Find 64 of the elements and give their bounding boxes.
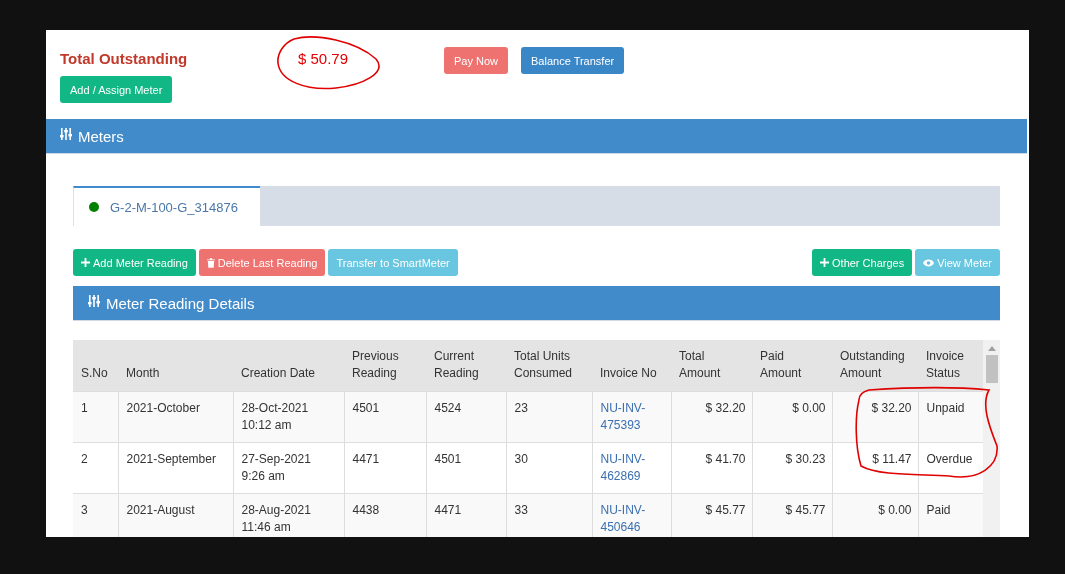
column-header: Previous Reading bbox=[344, 340, 426, 392]
table-cell: 4501 bbox=[352, 401, 380, 415]
table-cell: Paid bbox=[926, 503, 951, 517]
column-header: Total Amount bbox=[671, 340, 752, 392]
table-cell: 30 bbox=[514, 452, 528, 466]
plus-icon bbox=[81, 258, 90, 267]
meter-tab[interactable]: G-2-M-100-G_314876 bbox=[73, 186, 260, 226]
table-cell: 3 bbox=[81, 503, 88, 517]
table-cell: $ 0.00 bbox=[792, 401, 826, 415]
table-cell: 4524 bbox=[434, 401, 462, 415]
table-cell: 4471 bbox=[434, 503, 462, 517]
table-cell: 27-Sep-2021 9:26 am bbox=[241, 452, 311, 483]
table-cell: 4438 bbox=[352, 503, 380, 517]
table-cell: Unpaid bbox=[926, 401, 965, 415]
table-cell: $ 32.20 bbox=[705, 401, 746, 415]
tab-label: G-2-M-100-G_314876 bbox=[110, 199, 238, 215]
table-cell: $ 11.47 bbox=[872, 452, 912, 466]
table-cell: 23 bbox=[514, 401, 528, 415]
column-header: Invoice No bbox=[592, 340, 671, 392]
column-header: Month bbox=[118, 340, 233, 392]
table-cell: 2 bbox=[81, 452, 88, 466]
scroll-up-icon[interactable] bbox=[987, 346, 996, 351]
column-header: Paid Amount bbox=[752, 340, 832, 392]
header-button[interactable]: Balance Transfer bbox=[521, 47, 625, 74]
table-cell: 28-Aug-2021 11:46 am bbox=[241, 503, 311, 534]
panel-title: Meter Reading Details bbox=[106, 294, 255, 312]
table-cell: 28-Oct-2021 10:12 am bbox=[241, 401, 309, 432]
column-header: Outstanding Amount bbox=[832, 340, 918, 392]
table-cell: Overdue bbox=[926, 452, 973, 466]
eye-icon bbox=[923, 258, 935, 267]
table-cell: 2021-October bbox=[126, 401, 200, 415]
column-header: Total Units Consumed bbox=[506, 340, 592, 392]
action-button[interactable]: Transfer to SmartMeter bbox=[328, 249, 458, 276]
table-cell: $ 0.00 bbox=[878, 503, 912, 517]
action-button[interactable]: View Meter bbox=[915, 249, 1000, 276]
scrollbar[interactable] bbox=[983, 340, 1000, 537]
sliders-icon bbox=[60, 128, 72, 140]
table-cell: 4501 bbox=[434, 452, 462, 466]
trash-icon bbox=[206, 257, 215, 268]
column-header: Creation Date bbox=[233, 340, 344, 392]
column-header: S.No bbox=[73, 340, 118, 392]
table-cell: $ 32.20 bbox=[871, 401, 912, 415]
table-cell: 33 bbox=[514, 503, 528, 517]
add-assign-meter-button[interactable]: Add / Assign Meter bbox=[60, 76, 173, 103]
sliders-icon bbox=[88, 295, 100, 307]
table-cell: $ 30.23 bbox=[785, 452, 826, 466]
table-cell: $ 41.70 bbox=[705, 452, 746, 466]
table-cell: 4471 bbox=[352, 452, 380, 466]
scroll-thumb[interactable] bbox=[985, 355, 998, 383]
action-button[interactable]: Delete Last Reading bbox=[198, 249, 326, 276]
table-cell: 1 bbox=[81, 401, 88, 415]
header-button[interactable]: Pay Now bbox=[444, 47, 509, 74]
panel-title: Meters bbox=[78, 127, 124, 145]
column-header: Current Reading bbox=[426, 340, 506, 392]
column-header: Invoice Status bbox=[918, 340, 983, 392]
table-cell: $ 45.77 bbox=[705, 503, 746, 517]
action-button[interactable]: Other Charges bbox=[812, 249, 913, 276]
plus-icon bbox=[820, 258, 829, 267]
table-cell: $ 45.77 bbox=[785, 503, 826, 517]
table-cell: 2021-September bbox=[126, 452, 216, 466]
action-button[interactable]: Add Meter Reading bbox=[73, 249, 196, 276]
table-cell: 2021-August bbox=[126, 503, 195, 517]
total-outstanding-label: Total Outstanding bbox=[60, 50, 188, 67]
total-outstanding-amount: $ 50.79 bbox=[298, 50, 350, 67]
